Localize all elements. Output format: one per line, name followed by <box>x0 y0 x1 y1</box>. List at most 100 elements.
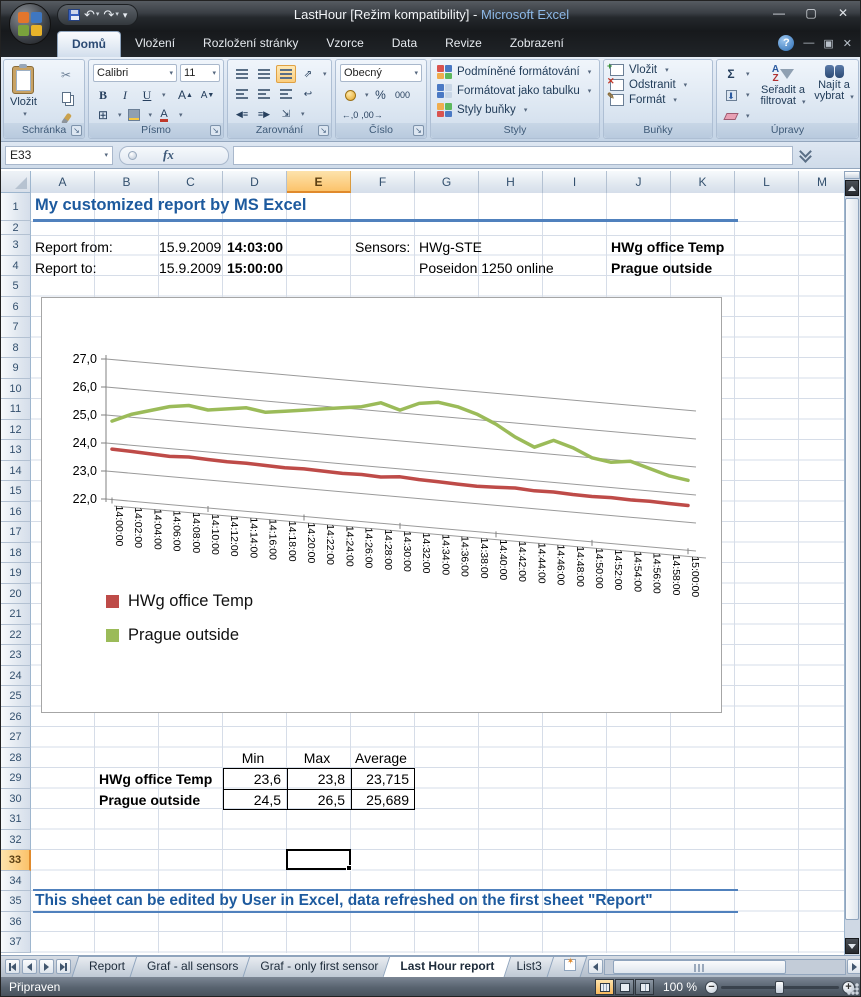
row-header-31[interactable]: 31 <box>1 809 31 830</box>
column-header-G[interactable]: G <box>415 171 479 193</box>
vertical-scroll-thumb[interactable] <box>845 198 859 920</box>
sheet-grid[interactable]: My customized report by MS Excel Report … <box>31 193 846 955</box>
row-header-12[interactable]: 12 <box>1 420 31 441</box>
summary-header-min[interactable]: Min <box>223 748 283 768</box>
borders-button[interactable]: ⊞ <box>93 106 113 124</box>
column-header-I[interactable]: I <box>543 171 607 193</box>
sensor2-cell[interactable]: Poseidon 1250 online <box>419 258 554 278</box>
font-dialog-launcher[interactable]: ↘ <box>210 125 221 136</box>
increase-decimal-button[interactable]: ←,0 <box>340 106 360 124</box>
italic-button[interactable]: I <box>115 86 135 104</box>
bold-button[interactable]: B <box>93 86 113 104</box>
column-header-F[interactable]: F <box>351 171 415 193</box>
align-middle-button[interactable] <box>254 65 274 83</box>
row-header-26[interactable]: 26 <box>1 707 31 728</box>
align-center-button[interactable] <box>254 85 274 103</box>
column-header-M[interactable]: M <box>799 171 846 193</box>
align-top-button[interactable] <box>232 65 252 83</box>
align-left-button[interactable] <box>232 85 252 103</box>
autosum-button[interactable]: Σ <box>721 65 741 83</box>
number-dialog-launcher[interactable]: ↘ <box>413 125 424 136</box>
align-right-button[interactable] <box>276 85 296 103</box>
summary-header-average[interactable]: Average <box>351 748 411 768</box>
help-icon[interactable]: ? <box>778 35 794 51</box>
workbook-restore-button[interactable]: ▣ <box>823 37 833 50</box>
font-name-combo[interactable]: Calibri▾ <box>93 64 177 82</box>
increase-indent-button[interactable]: ≡▶ <box>254 105 274 123</box>
report-to-label-cell[interactable]: Report to: <box>35 258 96 278</box>
column-header-B[interactable]: B <box>95 171 159 193</box>
row-header-15[interactable]: 15 <box>1 481 31 502</box>
row-header-19[interactable]: 19 <box>1 563 31 584</box>
restore-button[interactable]: ▢ <box>800 6 822 20</box>
row-header-27[interactable]: 27 <box>1 727 31 748</box>
row-header-7[interactable]: 7 <box>1 317 31 338</box>
styles-button-2[interactable]: Styly buňky▾ <box>433 101 595 119</box>
percent-button[interactable]: % <box>371 86 391 104</box>
sensor1-cell[interactable]: HWg-STE <box>419 237 482 257</box>
cut-button[interactable]: ✂ <box>56 66 76 84</box>
hscroll-left-button[interactable] <box>588 959 603 974</box>
workbook-close-button[interactable]: ✕ <box>843 37 852 50</box>
column-header-A[interactable]: A <box>31 171 95 193</box>
expand-formula-bar-icon[interactable] <box>799 149 812 162</box>
next-sheet-button[interactable] <box>39 959 54 974</box>
row-header-13[interactable]: 13 <box>1 440 31 461</box>
summary-row2-label[interactable]: Prague outside <box>99 790 200 810</box>
vertical-split-handle[interactable] <box>844 171 860 179</box>
select-all-corner[interactable] <box>1 171 31 193</box>
decrease-decimal-button[interactable]: ,00→ <box>362 106 382 124</box>
sheet-tab-graf-only-first-sensor[interactable]: Graf - only first sensor <box>246 956 392 977</box>
fill-button[interactable]: ⬇ <box>721 86 741 104</box>
close-button[interactable]: ✕ <box>832 6 854 20</box>
sheet-tab-last-hour-report[interactable]: Last Hour report <box>386 956 508 977</box>
row-header-29[interactable]: 29 <box>1 768 31 789</box>
underline-button[interactable]: U <box>137 86 157 104</box>
row-header-30[interactable]: 30 <box>1 789 31 810</box>
sensors-label-cell[interactable]: Sensors: <box>355 237 410 257</box>
cells-button-vlo-it[interactable]: +Vložit▾ <box>606 63 691 77</box>
insert-worksheet-tab[interactable]: ✶ <box>550 956 584 977</box>
row-header-22[interactable]: 22 <box>1 625 31 646</box>
row-header-34[interactable]: 34 <box>1 871 31 892</box>
normal-view-button[interactable] <box>595 979 614 995</box>
row-header-21[interactable]: 21 <box>1 604 31 625</box>
decrease-indent-button[interactable]: ◀≡ <box>232 105 252 123</box>
insert-function-button[interactable]: fx <box>119 146 229 165</box>
row-header-8[interactable]: 8 <box>1 338 31 359</box>
horizontal-scroll-thumb[interactable] <box>613 960 786 974</box>
row-header-6[interactable]: 6 <box>1 297 31 318</box>
orientation-button[interactable]: ⇗ <box>298 65 318 83</box>
horizontal-scrollbar[interactable] <box>604 959 846 975</box>
paste-button[interactable]: Vložit▾ <box>10 66 37 118</box>
row-header-32[interactable]: 32 <box>1 830 31 851</box>
clipboard-dialog-launcher[interactable]: ↘ <box>71 125 82 136</box>
prev-sheet-button[interactable] <box>22 959 37 974</box>
row-header-25[interactable]: 25 <box>1 686 31 707</box>
ribbon-tab-revize[interactable]: Revize <box>431 31 496 57</box>
first-sheet-button[interactable] <box>5 959 20 974</box>
fill-color-button[interactable] <box>124 106 144 124</box>
hscroll-right-button[interactable] <box>847 959 861 974</box>
ribbon-tab-dom-[interactable]: Domů <box>57 31 121 57</box>
selected-cell-E33[interactable] <box>286 849 351 870</box>
row-header-35[interactable]: 35 <box>1 891 31 912</box>
column-header-K[interactable]: K <box>671 171 735 193</box>
last-sheet-button[interactable] <box>56 959 71 974</box>
cells-button-form-t[interactable]: ✎Formát▾ <box>606 93 691 107</box>
column-header-L[interactable]: L <box>735 171 799 193</box>
column-header-D[interactable]: D <box>223 171 287 193</box>
summary-row1-label[interactable]: HWg office Temp <box>99 769 212 789</box>
align-bottom-button[interactable] <box>276 65 296 83</box>
report-from-label-cell[interactable]: Report from: <box>35 237 113 257</box>
page-break-view-button[interactable] <box>635 979 654 995</box>
row-header-14[interactable]: 14 <box>1 461 31 482</box>
office-button[interactable] <box>9 3 51 45</box>
report-to-time-cell[interactable]: 15:00:00 <box>223 258 283 278</box>
ribbon-tab-vzorce[interactable]: Vzorce <box>312 31 377 57</box>
row-header-10[interactable]: 10 <box>1 379 31 400</box>
row-header-20[interactable]: 20 <box>1 584 31 605</box>
sensor2-name-cell[interactable]: Prague outside <box>611 258 712 278</box>
row-header-4[interactable]: 4 <box>1 256 31 277</box>
thousands-button[interactable]: 000 <box>393 86 413 104</box>
